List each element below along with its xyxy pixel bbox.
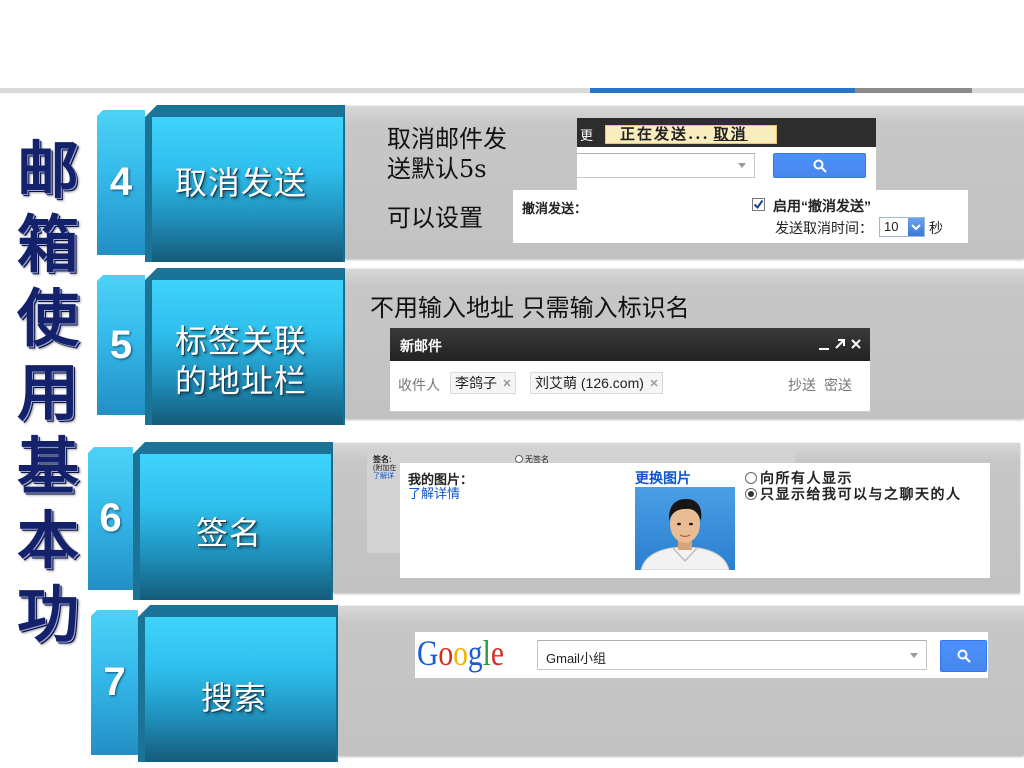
sending-status-badge: 正在发送... 取消 <box>605 125 777 144</box>
label-line: 标签关联 <box>174 322 307 360</box>
step-label-cancel-send: 取消发送 <box>145 105 345 262</box>
show-to-chat-contacts-label: 只显示给我可以与之聊天的人 <box>760 487 962 503</box>
to-field-label: 收件人 <box>398 377 440 393</box>
photo-eye <box>677 522 681 526</box>
mail-search-button[interactable] <box>773 153 866 178</box>
undo-send-settings-screenshot: 撤消发送： 启用“撤消发送” 发送取消时间： 10 秒 <box>513 190 968 243</box>
recipient-chip[interactable]: 刘艾萌 (126.com) <box>530 372 663 394</box>
step-number-4: 4 <box>97 110 145 255</box>
no-signature-radio[interactable] <box>515 455 523 463</box>
recipient-name: 李鸽子 <box>455 375 497 391</box>
address-tags-description: 不用输入地址 只需输入标识名 <box>370 294 690 322</box>
mail-search-input[interactable] <box>577 153 755 178</box>
undo-send-link[interactable]: 取消 <box>714 125 748 143</box>
show-to-chat-contacts-radio[interactable] <box>745 488 757 500</box>
step-label-signature: 签名 <box>133 442 333 600</box>
checkmark-icon <box>753 199 764 210</box>
undo-delay-value: 10 <box>884 219 899 234</box>
picture-learn-more-link[interactable]: 了解详情 <box>408 483 460 502</box>
undo-delay-select[interactable]: 10 <box>879 217 925 237</box>
step-label-search: 搜索 <box>138 605 338 762</box>
recipient-name: 刘艾萌 (126.com) <box>535 375 644 391</box>
remove-recipient-icon[interactable] <box>650 379 658 387</box>
label-text: 标签关联 的地址栏 <box>145 321 337 401</box>
undo-send-heading: 撤消发送： <box>522 201 588 216</box>
google-logo-letter: o <box>438 633 454 673</box>
slide-title: 邮箱使用基本功 <box>16 134 79 651</box>
search-icon <box>813 159 827 173</box>
more-menu-fragment[interactable]: 更 <box>580 125 593 144</box>
step-number-7: 7 <box>91 610 138 755</box>
compose-window-screenshot: 新邮件 收件人 李鸽子 刘艾萌 (126.com) 抄送 密送 <box>390 328 870 412</box>
remove-recipient-icon[interactable] <box>503 379 511 387</box>
search-icon <box>957 649 971 663</box>
compose-header <box>390 328 870 361</box>
sending-status-text: 正在发送... <box>620 125 710 143</box>
mail-search-button[interactable] <box>940 640 987 672</box>
label-text: 取消发送 <box>145 163 337 203</box>
compose-title: 新邮件 <box>400 338 442 354</box>
close-icon[interactable] <box>850 338 862 350</box>
label-line: 取消发送 <box>174 164 307 202</box>
cc-link[interactable]: 抄送 <box>788 375 816 395</box>
photo-eye <box>689 522 693 526</box>
bcc-link[interactable]: 密送 <box>824 375 852 395</box>
chevron-down-icon[interactable] <box>908 218 924 236</box>
google-logo-letter: e <box>490 633 504 673</box>
google-logo-letter: o <box>453 633 468 673</box>
signature-learn-more-link[interactable]: 了解详 <box>373 471 394 481</box>
step-label-address-tags: 标签关联 的地址栏 <box>145 268 345 425</box>
google-logo-letter: l <box>482 633 491 673</box>
popout-icon[interactable] <box>834 338 846 350</box>
search-options-dropdown-icon[interactable] <box>738 163 746 168</box>
label-line: 搜索 <box>200 679 267 717</box>
my-picture-screenshot: 我的图片： 了解详情 更换图片 向所有人显示 只显示给我可以与之聊天的人 <box>400 463 990 578</box>
search-options-dropdown-icon[interactable] <box>910 653 918 658</box>
google-logo-letter: G <box>417 633 439 673</box>
show-to-everyone-radio[interactable] <box>745 472 757 484</box>
label-text: 签名 <box>133 513 325 553</box>
content-panel-search <box>338 605 1024 755</box>
google-logo: Google <box>417 632 504 675</box>
search-query: Gmail小组 <box>546 651 606 666</box>
google-search-screenshot: Google Gmail小组 <box>415 632 988 678</box>
label-text: 搜索 <box>138 678 330 718</box>
label-line: 的地址栏 <box>174 362 307 400</box>
undo-delay-label: 发送取消时间： <box>775 220 873 236</box>
mail-search-input[interactable]: Gmail小组 <box>537 640 927 670</box>
description-line: 取消邮件发 <box>387 125 507 153</box>
profile-photo <box>635 487 735 570</box>
enable-undo-send-label: 启用“撤消发送” <box>773 198 871 214</box>
label-line: 签名 <box>195 514 262 552</box>
cancel-send-note: 可以设置 <box>387 204 483 232</box>
enable-undo-send-checkbox[interactable] <box>752 198 765 211</box>
undo-delay-unit: 秒 <box>929 220 943 236</box>
step-number-6: 6 <box>88 447 133 590</box>
recipient-chip[interactable]: 李鸽子 <box>450 372 516 394</box>
cancel-send-description: 取消邮件发 送默认5s <box>387 124 507 184</box>
description-line: 送默认5s <box>387 155 487 183</box>
step-number-5: 5 <box>97 275 145 415</box>
sending-notice-screenshot: 更 正在发送... 取消 <box>577 118 876 190</box>
header-divider-line <box>0 88 1024 93</box>
google-logo-letter: g <box>467 633 483 673</box>
minimize-icon[interactable] <box>818 339 830 351</box>
change-picture-link[interactable]: 更换图片 <box>635 468 691 488</box>
